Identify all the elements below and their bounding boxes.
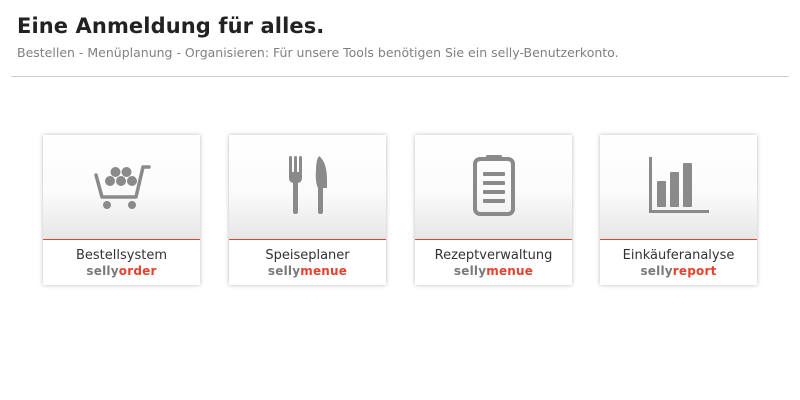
brand-logo: sellymenue	[229, 264, 386, 278]
card-label: Rezeptverwaltung	[434, 248, 553, 263]
card-rezeptverwaltung[interactable]: Rezeptverwaltung sellymenue	[415, 135, 572, 285]
card-label: Bestellsystem	[75, 248, 167, 263]
brand-logo: sellyorder	[43, 264, 200, 278]
brand-prefix: selly	[640, 264, 673, 278]
card-caption: Speiseplaner sellymenue	[229, 240, 386, 285]
card-einkaeuferanalyse[interactable]: Einkäuferanalyse sellyreport	[600, 135, 757, 285]
brand-suffix: menue	[486, 264, 534, 278]
card-label: Speiseplaner	[265, 248, 350, 263]
login-overview-page: Eine Anmeldung für alles. Bestellen - Me…	[0, 0, 800, 400]
brand-prefix: selly	[267, 264, 301, 278]
card-speiseplaner[interactable]: Speiseplaner sellymenue	[229, 135, 386, 285]
brand-logo: sellymenue	[415, 264, 572, 278]
page-subtitle: Bestellen - Menüplanung - Organisieren: …	[17, 45, 619, 60]
card-icon-area	[415, 135, 572, 239]
brand-suffix: order	[118, 264, 157, 278]
card-caption: Einkäuferanalyse sellyreport	[600, 240, 757, 285]
brand-suffix: report	[672, 264, 717, 278]
page-title: Eine Anmeldung für alles.	[17, 14, 325, 38]
shopping-cart-icon	[90, 157, 154, 217]
card-icon-area	[43, 135, 200, 239]
brand-suffix: menue	[300, 264, 348, 278]
card-icon-area	[229, 135, 386, 239]
header-divider	[11, 76, 789, 77]
brand-logo: sellyreport	[600, 264, 757, 278]
bar-chart-icon	[647, 155, 711, 219]
card-caption: Rezeptverwaltung sellymenue	[415, 240, 572, 285]
clipboard-icon	[472, 154, 516, 220]
brand-prefix: selly	[86, 264, 119, 278]
card-caption: Bestellsystem sellyorder	[43, 240, 200, 285]
brand-prefix: selly	[453, 264, 487, 278]
fork-knife-icon	[283, 154, 333, 220]
card-bestellsystem[interactable]: Bestellsystem sellyorder	[43, 135, 200, 285]
card-label: Einkäuferanalyse	[622, 248, 735, 263]
card-icon-area	[600, 135, 757, 239]
